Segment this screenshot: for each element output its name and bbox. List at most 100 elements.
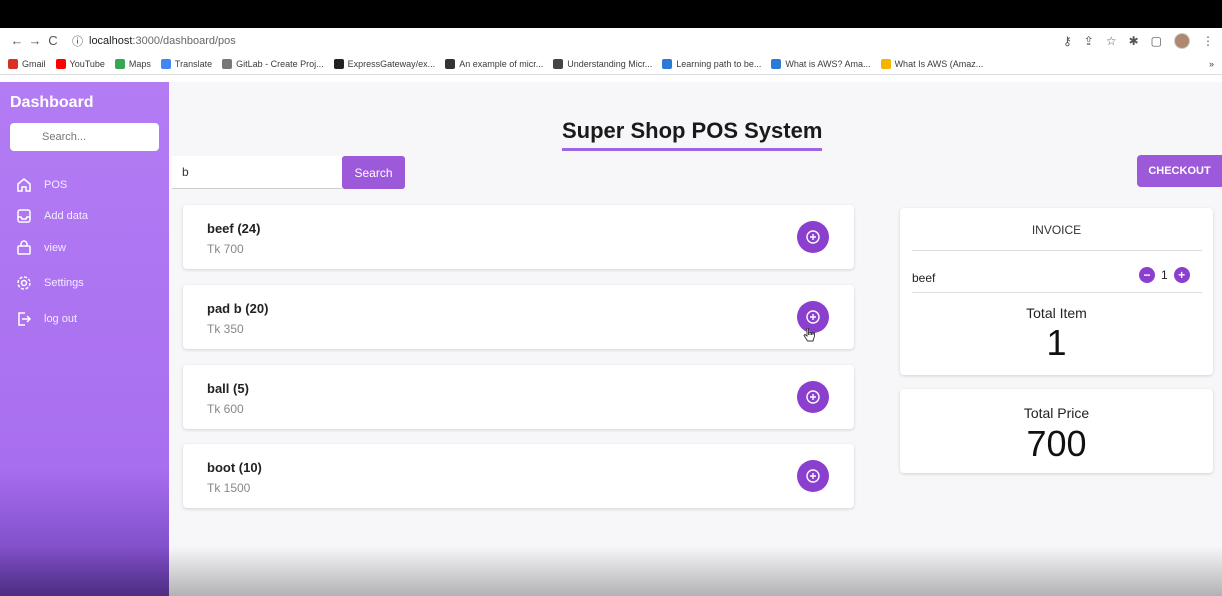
bag-icon <box>17 240 31 255</box>
bookmark-label: What is AWS? Ama... <box>785 58 871 69</box>
total-price-label: Total Price <box>1023 405 1090 421</box>
bookmark-item[interactable]: What is AWS? Ama... <box>771 58 871 69</box>
star-icon[interactable]: ☆ <box>1106 34 1117 48</box>
product-name: pad b (20) <box>207 301 269 316</box>
back-icon[interactable]: ← <box>8 33 26 48</box>
bookmark-item[interactable]: Learning path to be... <box>662 58 762 69</box>
bookmark-favicon-icon <box>8 58 18 69</box>
checkout-button[interactable]: CHECKOUT <box>1137 155 1222 187</box>
bookmark-favicon-icon <box>445 58 456 69</box>
share-icon[interactable]: ⇪ <box>1084 34 1094 48</box>
page-title: Super Shop POS System <box>562 118 823 151</box>
address-bar-row: ← → C ⓘ localhost:3000/dashboard/pos ⚷ ⇪… <box>0 28 1222 53</box>
key-icon[interactable]: ⚷ <box>1063 34 1072 48</box>
bookmark-label: An example of micr... <box>459 58 544 69</box>
sidepanel-icon[interactable]: ▢ <box>1151 34 1162 48</box>
sidebar-item-label: log out <box>44 313 78 325</box>
add-to-cart-button[interactable] <box>797 381 829 413</box>
bookmark-favicon-icon <box>55 58 66 69</box>
menu-icon[interactable]: ⋮ <box>1202 34 1214 48</box>
reload-icon[interactable]: C <box>44 33 62 48</box>
sidebar-item-pos[interactable]: POS <box>16 177 67 193</box>
inbox-icon <box>17 209 31 223</box>
bookmark-item[interactable]: Understanding Micr... <box>553 58 653 69</box>
url-path: :3000/dashboard/pos <box>132 34 236 47</box>
product-name: boot (10) <box>207 460 262 475</box>
sidebar-item-label: Add data <box>44 210 89 222</box>
total-item-label: Total Item <box>1026 305 1087 321</box>
extensions-icon[interactable]: ✱ <box>1129 34 1139 48</box>
sidebar-item-view[interactable]: view <box>16 240 66 256</box>
product-price: Tk 350 <box>207 322 244 336</box>
add-to-cart-button[interactable] <box>797 221 829 253</box>
add-to-cart-button[interactable] <box>797 460 829 492</box>
sidebar-item-label: view <box>44 242 67 254</box>
gear-icon <box>17 276 31 290</box>
bookmark-item[interactable]: An example of micr... <box>445 58 544 69</box>
bookmark-favicon-icon <box>880 58 891 69</box>
product-search-input[interactable] <box>172 156 342 189</box>
more-bookmarks-icon[interactable]: » <box>1209 59 1214 69</box>
bookmark-item[interactable]: Translate <box>160 58 212 69</box>
bookmarks-bar: Gmail YouTube Maps Translate GitLab - Cr… <box>0 53 1222 75</box>
product-name: beef (24) <box>207 221 261 236</box>
quantity-stepper: − 1 + <box>1139 267 1190 283</box>
sidebar-item-label: POS <box>44 179 68 191</box>
main-content: Super Shop POS System Search CHECKOUT be… <box>169 82 1222 596</box>
sidebar: Dashboard POS Add data view Settings log… <box>0 82 169 596</box>
divider <box>912 250 1202 251</box>
product-price: Tk 1500 <box>207 481 251 495</box>
info-icon: ⓘ <box>72 35 83 48</box>
product-card: ball (5) Tk 600 <box>183 365 854 429</box>
invoice-card: INVOICE beef − 1 + Total Item 1 <box>900 208 1213 375</box>
add-circle-icon <box>806 230 820 244</box>
bookmark-label: ExpressGateway/ex... <box>347 58 436 69</box>
bookmark-label: Learning path to be... <box>676 58 762 69</box>
avatar[interactable] <box>1174 32 1190 49</box>
search-button[interactable]: Search <box>342 156 405 189</box>
total-price-card: Total Price 700 <box>900 389 1213 473</box>
bookmark-favicon-icon <box>333 58 344 69</box>
hand-cursor-icon <box>803 328 815 342</box>
sidebar-item-settings[interactable]: Settings <box>16 275 84 291</box>
home-icon <box>17 178 31 192</box>
sidebar-item-logout[interactable]: log out <box>16 311 77 327</box>
bookmark-label: What Is AWS (Amaz... <box>894 58 984 69</box>
bookmark-label: YouTube <box>69 58 105 69</box>
bookmark-label: Gmail <box>22 58 46 69</box>
browser-chrome: ← → C ⓘ localhost:3000/dashboard/pos ⚷ ⇪… <box>0 28 1222 82</box>
sidebar-search-input[interactable] <box>10 123 159 151</box>
bookmark-item[interactable]: What Is AWS (Amaz... <box>880 58 984 69</box>
total-price-value: 700 <box>1026 423 1087 464</box>
total-item-value: 1 <box>1046 322 1067 363</box>
product-card: beef (24) Tk 700 <box>183 205 854 269</box>
bookmark-favicon-icon <box>114 58 125 69</box>
bookmark-favicon-icon <box>160 58 171 69</box>
bookmark-favicon-icon <box>553 58 564 69</box>
add-circle-icon <box>806 469 820 483</box>
bookmark-favicon-icon <box>771 58 782 69</box>
bookmark-item[interactable]: YouTube <box>55 58 105 69</box>
bookmark-label: Understanding Micr... <box>567 58 653 69</box>
sidebar-item-add-data[interactable]: Add data <box>16 208 88 224</box>
bookmark-item[interactable]: GitLab - Create Proj... <box>222 58 324 69</box>
add-circle-icon <box>806 310 820 324</box>
bookmark-item[interactable]: ExpressGateway/ex... <box>333 58 436 69</box>
url-field[interactable]: ⓘ localhost:3000/dashboard/pos <box>72 33 236 49</box>
invoice-title: INVOICE <box>1031 223 1082 237</box>
screen-top-bar <box>0 0 1222 28</box>
product-price: Tk 700 <box>207 242 244 256</box>
app-root: Dashboard POS Add data view Settings log… <box>0 82 1222 596</box>
add-circle-icon <box>806 390 820 404</box>
bookmark-favicon-icon <box>222 58 233 69</box>
bookmark-item[interactable]: Maps <box>114 58 151 69</box>
increase-quantity-button[interactable]: + <box>1173 267 1190 283</box>
forward-icon[interactable]: → <box>26 33 44 48</box>
decrease-quantity-button[interactable]: − <box>1139 267 1155 283</box>
sidebar-item-label: Settings <box>44 277 84 289</box>
product-name: ball (5) <box>207 381 249 396</box>
bookmark-item[interactable]: Gmail <box>8 58 46 69</box>
invoice-item-name: beef <box>912 271 936 285</box>
browser-actions: ⚷ ⇪ ☆ ✱ ▢ ⋮ <box>1063 32 1214 49</box>
sidebar-title: Dashboard <box>10 94 94 111</box>
